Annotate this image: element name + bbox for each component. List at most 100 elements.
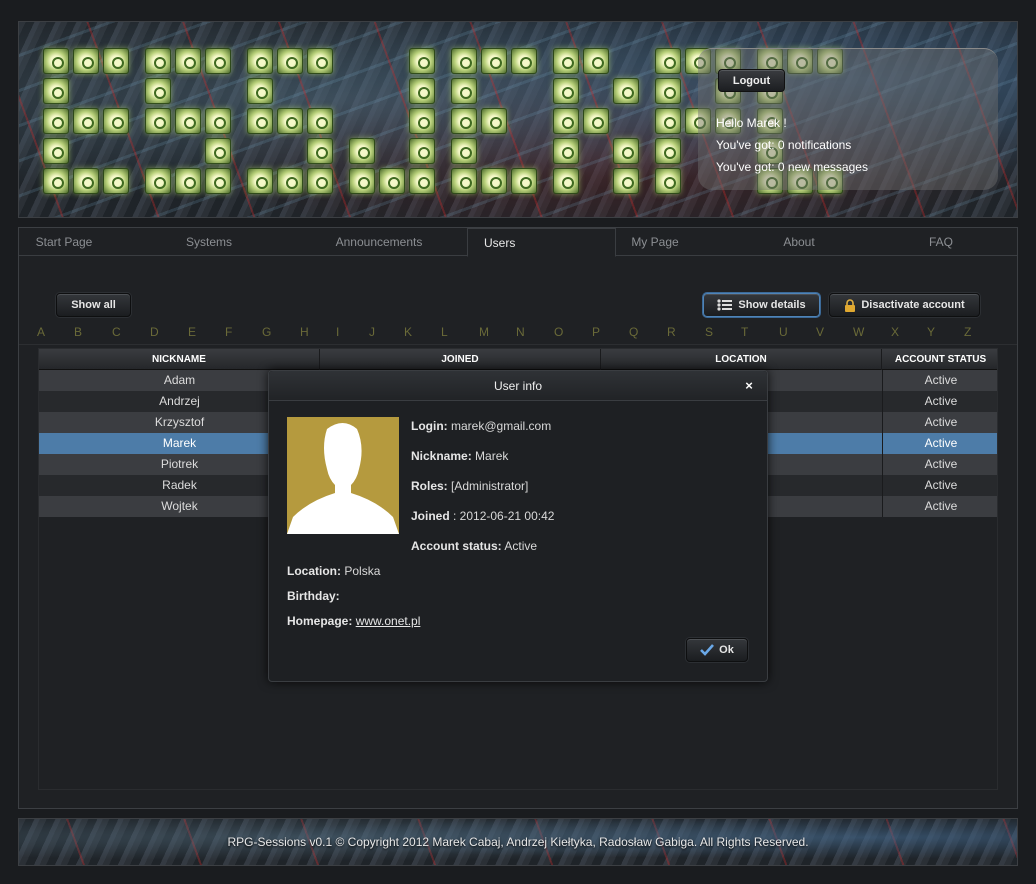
logo-tile — [43, 48, 69, 74]
letter-filter-t[interactable]: T — [741, 325, 748, 339]
logo-tile — [451, 168, 477, 194]
logo-tile — [307, 168, 333, 194]
show-details-button[interactable]: Show details — [703, 293, 820, 317]
account-status-row: Account status: Active — [411, 539, 537, 553]
logo-letter — [247, 48, 335, 198]
location-label: Location: — [287, 564, 341, 578]
tab-users[interactable]: Users — [467, 228, 616, 257]
logout-button[interactable]: Logout — [718, 69, 785, 92]
letter-filter-r[interactable]: R — [667, 325, 676, 339]
tab-systems[interactable]: Systems — [159, 228, 259, 256]
logo-tile — [73, 168, 99, 194]
logo-tile — [409, 138, 435, 164]
cell-account-status: Active — [882, 496, 999, 517]
logo-tile — [553, 78, 579, 104]
homepage-label: Homepage: — [287, 614, 353, 628]
logo-tile — [655, 138, 681, 164]
show-all-label: Show all — [71, 299, 116, 311]
letter-filter-p[interactable]: P — [592, 325, 600, 339]
logo-tile — [553, 168, 579, 194]
logo-letter — [145, 48, 233, 198]
logo-tile — [583, 48, 609, 74]
column-header-joined[interactable]: JOINED — [320, 349, 601, 370]
tab-my-page[interactable]: My Page — [619, 228, 691, 256]
logo-tile — [73, 48, 99, 74]
logo-tile — [583, 108, 609, 134]
letter-filter-k[interactable]: K — [404, 325, 412, 339]
logo-tile — [349, 168, 375, 194]
letter-filter-i[interactable]: I — [336, 325, 339, 339]
logo-tile — [409, 78, 435, 104]
column-header-location[interactable]: LOCATION — [601, 349, 882, 370]
homepage-link[interactable]: www.onet.pl — [356, 614, 421, 628]
letter-filter-x[interactable]: X — [891, 325, 899, 339]
letter-filter-e[interactable]: E — [188, 325, 196, 339]
deactivate-account-button[interactable]: Disactivate account — [829, 293, 980, 317]
letter-filter-a[interactable]: A — [37, 325, 45, 339]
logo-tile — [553, 108, 579, 134]
logo-tile — [175, 108, 201, 134]
logo-tile — [613, 138, 639, 164]
letter-filter-o[interactable]: O — [554, 325, 563, 339]
letter-filter-f[interactable]: F — [225, 325, 232, 339]
logo-tile — [103, 108, 129, 134]
letter-filter-q[interactable]: Q — [629, 325, 638, 339]
tab-about[interactable]: About — [759, 228, 839, 256]
logo-tile — [277, 108, 303, 134]
logo-tile — [43, 138, 69, 164]
column-header-account-status[interactable]: ACCOUNT STATUS — [882, 349, 999, 370]
letter-filter-m[interactable]: M — [479, 325, 489, 339]
logo-tile — [511, 48, 537, 74]
logo-tile — [451, 138, 477, 164]
logo-tile — [409, 168, 435, 194]
tab-faq[interactable]: FAQ — [919, 228, 963, 256]
logo-tile — [247, 108, 273, 134]
letter-filter-l[interactable]: L — [441, 325, 448, 339]
close-icon[interactable]: × — [741, 378, 757, 394]
joined-row: Joined : 2012-06-21 00:42 — [411, 509, 554, 523]
letter-filter-d[interactable]: D — [150, 325, 159, 339]
logo-tile — [451, 48, 477, 74]
letter-filter-b[interactable]: B — [74, 325, 82, 339]
letter-filter-s[interactable]: S — [705, 325, 713, 339]
logo-tile — [145, 108, 171, 134]
cell-account-status: Active — [882, 370, 999, 391]
letter-filter-u[interactable]: U — [779, 325, 788, 339]
logo-tile — [655, 48, 681, 74]
tab-start-page[interactable]: Start Page — [19, 228, 109, 256]
logo-tile — [43, 78, 69, 104]
letter-filter-v[interactable]: V — [816, 325, 824, 339]
birthday-row: Birthday: — [287, 589, 340, 603]
logo-tile — [655, 108, 681, 134]
dialog-title-text: User info — [493, 379, 543, 393]
ok-label: Ok — [719, 644, 734, 656]
deactivate-label: Disactivate account — [861, 299, 965, 311]
show-details-label: Show details — [738, 299, 806, 311]
ok-button[interactable]: Ok — [686, 638, 748, 662]
show-all-button[interactable]: Show all — [56, 293, 131, 317]
logo-tile — [205, 168, 231, 194]
location-row: Location: Polska — [287, 564, 380, 578]
letter-filter-h[interactable]: H — [300, 325, 309, 339]
homepage-row: Homepage: www.onet.pl — [287, 614, 420, 628]
letter-filter-n[interactable]: N — [516, 325, 525, 339]
tab-announcements[interactable]: Announcements — [319, 228, 439, 256]
logo-tile — [247, 48, 273, 74]
letter-filter-g[interactable]: G — [262, 325, 271, 339]
footer: RPG-Sessions v0.1 © Copyright 2012 Marek… — [18, 818, 1018, 866]
user-panel: Logout Hello Marek ! You've got: 0 notif… — [698, 48, 998, 190]
notifications-text[interactable]: You've got: 0 notifications — [716, 138, 851, 152]
logo-tile — [73, 108, 99, 134]
letter-filter-y[interactable]: Y — [927, 325, 935, 339]
letter-filter-w[interactable]: W — [853, 325, 864, 339]
letter-filter-j[interactable]: J — [369, 325, 375, 339]
letter-filter-z[interactable]: Z — [964, 325, 971, 339]
dialog-title: User info — [269, 371, 767, 401]
nav-tabs: Start Page Systems Announcements Users M… — [19, 228, 1017, 257]
letter-filter-c[interactable]: C — [112, 325, 121, 339]
logo-tile — [175, 48, 201, 74]
messages-text[interactable]: You've got: 0 new messages — [716, 160, 868, 174]
roles-label: Roles: — [411, 479, 448, 493]
nickname-row: Nickname: Marek — [411, 449, 508, 463]
column-header-nickname[interactable]: NICKNAME — [39, 349, 320, 370]
